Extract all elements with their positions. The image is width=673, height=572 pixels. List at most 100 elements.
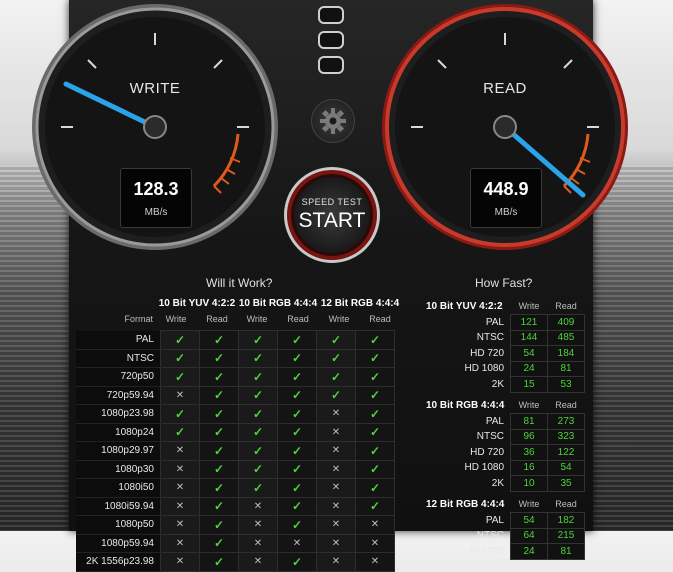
format-label: PAL — [485, 316, 504, 328]
read-fps-value: 81 — [547, 360, 585, 377]
check-icon: ✓ — [277, 478, 317, 498]
start-speed-test-button[interactable]: SPEED TEST START — [284, 167, 380, 263]
how-fast-section: 10 Bit RGB 4:4:4 Write Read PAL 81 273 NTSC 96 3… — [424, 397, 585, 492]
format-label: 1080p29.97 — [76, 441, 161, 461]
read-fps-value: 409 — [547, 314, 585, 331]
check-icon: ✓ — [238, 385, 278, 405]
check-icon: ✓ — [277, 367, 317, 387]
check-icon: ✓ — [355, 422, 395, 442]
write-gauge-title: WRITE — [129, 80, 181, 97]
indicator-light-3 — [318, 56, 344, 74]
group-header-yuv422: 10 Bit YUV 4:2:2 — [158, 298, 236, 309]
cross-icon: ✕ — [238, 552, 278, 572]
check-icon: ✓ — [277, 385, 317, 405]
cross-icon: ✕ — [238, 496, 278, 516]
read-fps-value: 54 — [547, 459, 585, 476]
read-fps-value: 323 — [547, 428, 585, 445]
format-label: 720p50 — [76, 367, 161, 387]
table-row: PAL ✓ ✓ ✓ ✓ ✓ ✓ — [76, 330, 395, 350]
read-fps-value: 184 — [547, 345, 585, 362]
check-icon: ✓ — [199, 515, 239, 535]
check-icon: ✓ — [238, 422, 278, 442]
will-it-work-table: PAL ✓ ✓ ✓ ✓ ✓ ✓ NTSC ✓ ✓ ✓ ✓ ✓ ✓ 720p50 ✓ ✓ ✓ ✓ ✓ ✓ 720p59.94… — [76, 330, 395, 572]
format-label: 1080p50 — [76, 515, 161, 535]
write-gauge: WRITE 128.3 MB/s — [30, 2, 280, 252]
table-row: NTSC ✓ ✓ ✓ ✓ ✓ ✓ — [76, 348, 395, 368]
check-icon: ✓ — [355, 367, 395, 387]
group-header-rgb444-12: 12 Bit RGB 4:4:4 — [320, 298, 400, 309]
start-button-caption: SPEED TEST — [301, 197, 363, 207]
check-icon: ✓ — [355, 404, 395, 424]
section-title: 12 Bit RGB 4:4:4 — [426, 498, 505, 510]
check-icon: ✓ — [199, 385, 239, 405]
table-row: 1080p24 ✓ ✓ ✓ ✓ ✕ ✓ — [76, 422, 395, 442]
indicator-light-2 — [318, 31, 344, 49]
cross-icon: ✕ — [238, 515, 278, 535]
table-row: 720p59.94 ✕ ✓ ✓ ✓ ✓ ✓ — [76, 385, 395, 405]
write-header: Write — [518, 301, 540, 311]
table-row: 720p50 ✓ ✓ ✓ ✓ ✓ ✓ — [76, 367, 395, 387]
format-label: 720p59.94 — [76, 386, 161, 405]
check-icon: ✓ — [199, 330, 239, 350]
how-fast-section: 10 Bit YUV 4:2:2 Write Read PAL 121 409 NTSC 14… — [424, 298, 585, 393]
read-fps-value: 215 — [547, 527, 585, 544]
cross-icon: ✕ — [355, 515, 395, 535]
write-fps-value: 81 — [510, 413, 548, 430]
cross-icon: ✕ — [160, 552, 200, 572]
table-row: NTSC 96 323 — [424, 428, 585, 445]
read-fps-value: 53 — [547, 376, 585, 393]
check-icon: ✓ — [277, 422, 317, 442]
cross-icon: ✕ — [316, 478, 356, 498]
table-row: PAL 54 182 — [424, 512, 585, 529]
cross-icon: ✕ — [316, 533, 356, 553]
format-label: 1080i50 — [76, 478, 161, 498]
check-icon: ✓ — [238, 404, 278, 424]
read-header: Read — [555, 499, 577, 509]
write-fps-value: 16 — [510, 459, 548, 476]
check-icon: ✓ — [355, 348, 395, 368]
check-icon: ✓ — [277, 404, 317, 424]
cross-icon: ✕ — [238, 533, 278, 553]
settings-gear-button[interactable] — [311, 99, 355, 143]
read-readout: 448.9 MB/s — [470, 168, 542, 228]
table-row: HD 1080 24 81 — [424, 360, 585, 377]
cross-icon: ✕ — [160, 515, 200, 535]
check-icon: ✓ — [277, 496, 317, 516]
indicator-light-1 — [318, 6, 344, 24]
check-icon: ✓ — [355, 459, 395, 479]
write-header: Write — [518, 499, 540, 509]
table-row: PAL 81 273 — [424, 413, 585, 430]
check-icon: ✓ — [316, 330, 356, 350]
format-label: 1080p23.98 — [76, 404, 161, 424]
cross-icon: ✕ — [160, 533, 200, 553]
format-label: NTSC — [76, 349, 161, 368]
cross-icon: ✕ — [160, 478, 200, 498]
read-header: Read — [555, 301, 577, 311]
check-icon: ✓ — [160, 404, 200, 424]
table-row: 1080p50 ✕ ✓ ✕ ✓ ✕ ✕ — [76, 515, 395, 535]
group-header-rgb444-10: 10 Bit RGB 4:4:4 — [238, 298, 318, 309]
check-icon: ✓ — [199, 496, 239, 516]
check-icon: ✓ — [316, 367, 356, 387]
rgb10-read-header: Read — [287, 314, 309, 324]
write-speed-value: 128.3 — [133, 179, 179, 199]
section-header-row: 10 Bit RGB 4:4:4 Write Read — [424, 397, 585, 414]
read-gauge: READ 448.9 MB/s — [380, 2, 630, 252]
yuv-read-header: Read — [206, 314, 228, 324]
check-icon: ✓ — [199, 459, 239, 479]
table-row: HD 720 24 81 — [424, 543, 585, 560]
format-label: NTSC — [476, 431, 504, 443]
check-icon: ✓ — [277, 330, 317, 350]
check-icon: ✓ — [238, 459, 278, 479]
format-column-header: Format — [124, 314, 153, 324]
format-label: HD 720 — [470, 347, 504, 359]
read-gauge-title: READ — [483, 80, 527, 97]
check-icon: ✓ — [238, 348, 278, 368]
how-fast-section: 12 Bit RGB 4:4:4 Write Read PAL 54 182 NTSC 64 2… — [424, 496, 585, 560]
check-icon: ✓ — [238, 330, 278, 350]
write-readout: 128.3 MB/s — [120, 168, 192, 228]
cross-icon: ✕ — [160, 496, 200, 516]
read-header: Read — [555, 400, 577, 410]
check-icon: ✓ — [277, 552, 317, 572]
read-fps-value: 122 — [547, 444, 585, 461]
